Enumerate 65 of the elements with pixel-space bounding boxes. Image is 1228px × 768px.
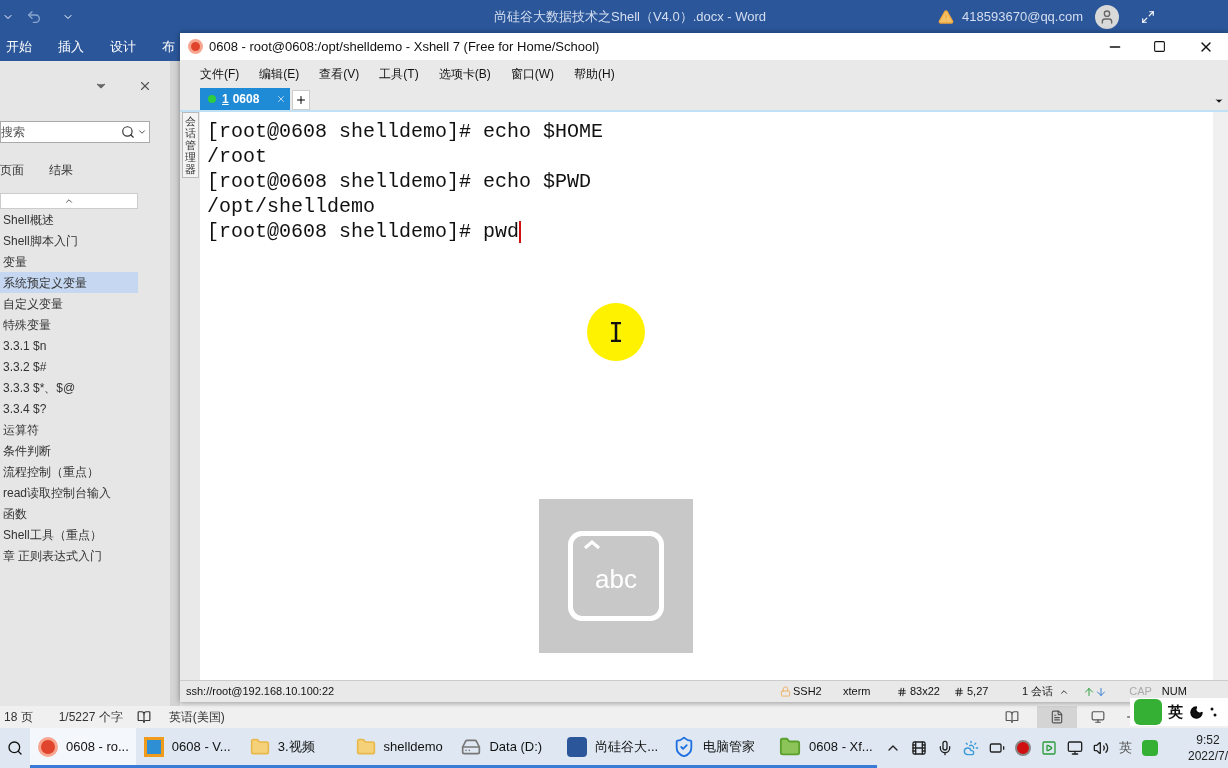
nav-tab[interactable]: 结果 bbox=[49, 161, 73, 179]
menu-item[interactable]: 文件(F) bbox=[200, 65, 240, 83]
session-count[interactable]: 1 会话 bbox=[1022, 683, 1054, 700]
nav-item[interactable]: read读取控制台输入 bbox=[0, 482, 138, 503]
nav-item[interactable]: 3.3.3 $*、$@ bbox=[0, 377, 138, 398]
clock-time[interactable]: 9:52 bbox=[1196, 732, 1220, 748]
terminal-line: /opt/shelldemo bbox=[207, 193, 376, 220]
terminal-line: [root@0608 shelldemo]# echo $HOME bbox=[207, 118, 604, 145]
nav-item[interactable]: Shell工具（重点） bbox=[0, 524, 138, 545]
connection-address: ssh://root@192.168.10.100:22 bbox=[186, 684, 336, 700]
nav-item[interactable]: 条件判断 bbox=[0, 440, 138, 461]
window-title: 尚硅谷大数据技术之Shell（V4.0）.docx - Word bbox=[494, 7, 767, 26]
cursor-position: 5,27 bbox=[967, 684, 990, 700]
ribbon-tab[interactable]: 设计 bbox=[110, 37, 136, 57]
nav-item[interactable]: 运算符 bbox=[0, 419, 138, 440]
menu-item[interactable]: 帮助(H) bbox=[574, 65, 615, 83]
taskbar-item[interactable]: 0608 - Xf... bbox=[771, 728, 877, 768]
nav-item[interactable]: 章 正则表达式入门 bbox=[0, 545, 138, 566]
ime-toolbar[interactable]: 英 bbox=[1130, 698, 1228, 726]
session-tab[interactable]: 1 0608 bbox=[200, 88, 290, 110]
menu-item[interactable]: 编辑(E) bbox=[259, 65, 300, 83]
taskbar-item[interactable]: 3.视频 bbox=[241, 728, 348, 768]
terminal-type: xterm bbox=[843, 684, 872, 700]
taskbar-item[interactable]: shelldemo bbox=[347, 728, 454, 768]
menu-item[interactable]: 窗口(W) bbox=[510, 65, 554, 83]
nav-item[interactable]: 系统预定义变量 bbox=[0, 272, 138, 293]
taskbar-item[interactable]: 电脑管家 bbox=[665, 728, 772, 768]
terminal-line: [root@0608 shelldemo]# pwd bbox=[207, 218, 520, 245]
nav-item[interactable]: Shell概述 bbox=[0, 209, 138, 230]
nav-item[interactable]: Shell脚本入门 bbox=[0, 230, 138, 251]
menu-item[interactable]: 工具(T) bbox=[379, 65, 419, 83]
window-title: 0608 - root@0608:/opt/shelldemo - Xshell 7 (Free for Home/School) bbox=[209, 37, 601, 56]
account-name[interactable]: 418593670@qq.com bbox=[962, 6, 1083, 27]
nav-item[interactable]: 3.3.1 $n bbox=[0, 335, 138, 356]
terminal-size: 83x22 bbox=[910, 684, 941, 700]
session-manager-tab[interactable]: 会话管理器 bbox=[181, 112, 199, 179]
protocol: SSH2 bbox=[793, 684, 823, 700]
key-indicator: NUM bbox=[1161, 684, 1187, 700]
menu-item[interactable]: 查看(V) bbox=[319, 65, 360, 83]
taskbar-item[interactable]: 0608 - ro... bbox=[29, 728, 136, 768]
ribbon-tab[interactable]: 开始 bbox=[6, 37, 32, 57]
clock-date[interactable]: 2022/7/ bbox=[1187, 748, 1228, 764]
language[interactable]: 英语(美国) bbox=[168, 708, 225, 726]
key-indicator: CAP bbox=[1129, 684, 1152, 700]
nav-item[interactable]: 函数 bbox=[0, 503, 138, 524]
input-mode[interactable]: 英 bbox=[1118, 738, 1132, 758]
nav-item[interactable]: 特殊变量 bbox=[0, 314, 138, 335]
terminal-line: /root bbox=[207, 143, 267, 170]
nav-item[interactable]: 自定义变量 bbox=[0, 293, 138, 314]
menu-item[interactable]: 选项卡(B) bbox=[438, 65, 491, 83]
nav-tab[interactable]: 页面 bbox=[0, 161, 24, 179]
taskbar-item[interactable]: Data (D:) bbox=[453, 728, 560, 768]
nav-item[interactable]: 3.3.4 $? bbox=[0, 398, 138, 419]
ribbon-tab[interactable]: 插入 bbox=[58, 37, 84, 57]
nav-item[interactable]: 变量 bbox=[0, 251, 138, 272]
nav-item[interactable]: 3.3.2 $# bbox=[0, 356, 138, 377]
terminal-line: [root@0608 shelldemo]# echo $PWD bbox=[207, 168, 592, 195]
word-count[interactable]: 1/5227 个字 bbox=[58, 708, 123, 726]
taskbar-item[interactable]: 0608 - V... bbox=[135, 728, 242, 768]
page-count[interactable]: 18 页 bbox=[4, 708, 33, 726]
taskbar-item[interactable]: 尚硅谷大... bbox=[559, 728, 666, 768]
search-field[interactable]: 搜索 bbox=[0, 121, 150, 143]
nav-item[interactable]: 流程控制（重点） bbox=[0, 461, 138, 482]
ime-mode[interactable]: 英 bbox=[1168, 700, 1183, 724]
ribbon-tab[interactable]: 布 bbox=[162, 37, 175, 57]
